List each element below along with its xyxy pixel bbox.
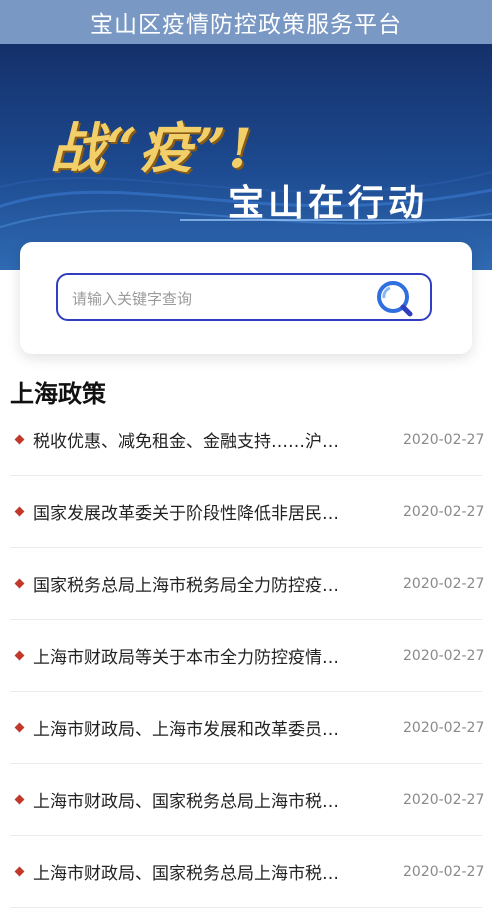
search-icon	[377, 281, 413, 317]
news-date: 2020-02-27	[403, 863, 485, 880]
news-item[interactable]: 上海市财政局、国家税务总局上海市税… 2020-02-27	[10, 836, 485, 908]
news-item[interactable]: 上海市财政局、上海市发展和改革委员… 2020-02-27	[10, 692, 485, 764]
banner-slogan-sub: 宝山在行动	[228, 182, 429, 224]
bullet-diamond-icon	[14, 794, 25, 805]
news-date: 2020-02-27	[403, 719, 485, 736]
news-item[interactable]: 上海市财政局等关于本市全力防控疫情… 2020-02-27	[10, 620, 485, 692]
search-card	[20, 242, 472, 354]
bullet-diamond-icon	[14, 506, 25, 517]
bullet-diamond-icon	[14, 650, 25, 661]
search-box	[56, 273, 432, 321]
news-title: 上海市财政局、国家税务总局上海市税…	[33, 792, 339, 812]
news-title: 税收优惠、减免租金、金融支持……沪…	[33, 432, 339, 452]
news-item[interactable]: 国家发展改革委关于阶段性降低非居民… 2020-02-27	[10, 476, 485, 548]
news-item[interactable]: 上海市财政局、国家税务总局上海市税… 2020-02-27	[10, 764, 485, 836]
news-list: 税收优惠、减免租金、金融支持……沪… 2020-02-27 国家发展改革委关于阶…	[10, 404, 485, 908]
banner: 战“疫”! 宝山在行动	[0, 44, 492, 270]
bullet-diamond-icon	[14, 434, 25, 445]
news-title: 上海市财政局等关于本市全力防控疫情…	[33, 648, 339, 668]
news-title: 国家税务总局上海市税务局全力防控疫…	[33, 576, 339, 596]
news-item[interactable]: 国家税务总局上海市税务局全力防控疫… 2020-02-27	[10, 548, 485, 620]
search-input[interactable]	[70, 283, 364, 315]
news-date: 2020-02-27	[403, 647, 485, 664]
news-date: 2020-02-27	[403, 575, 485, 592]
news-item[interactable]: 税收优惠、减免租金、金融支持……沪… 2020-02-27	[10, 404, 485, 476]
news-title: 上海市财政局、上海市发展和改革委员…	[33, 720, 339, 740]
banner-slogan-main: 战“疫”!	[50, 116, 254, 180]
bullet-diamond-icon	[14, 578, 25, 589]
news-date: 2020-02-27	[403, 791, 485, 808]
page-header: 宝山区疫情防控政策服务平台	[0, 0, 492, 44]
news-title: 国家发展改革委关于阶段性降低非居民…	[33, 504, 339, 524]
search-button[interactable]	[370, 278, 420, 318]
page-title: 宝山区疫情防控政策服务平台	[90, 12, 402, 38]
bullet-diamond-icon	[14, 722, 25, 733]
bullet-diamond-icon	[14, 866, 25, 877]
news-date: 2020-02-27	[403, 431, 485, 448]
news-date: 2020-02-27	[403, 503, 485, 520]
news-title: 上海市财政局、国家税务总局上海市税…	[33, 864, 339, 884]
